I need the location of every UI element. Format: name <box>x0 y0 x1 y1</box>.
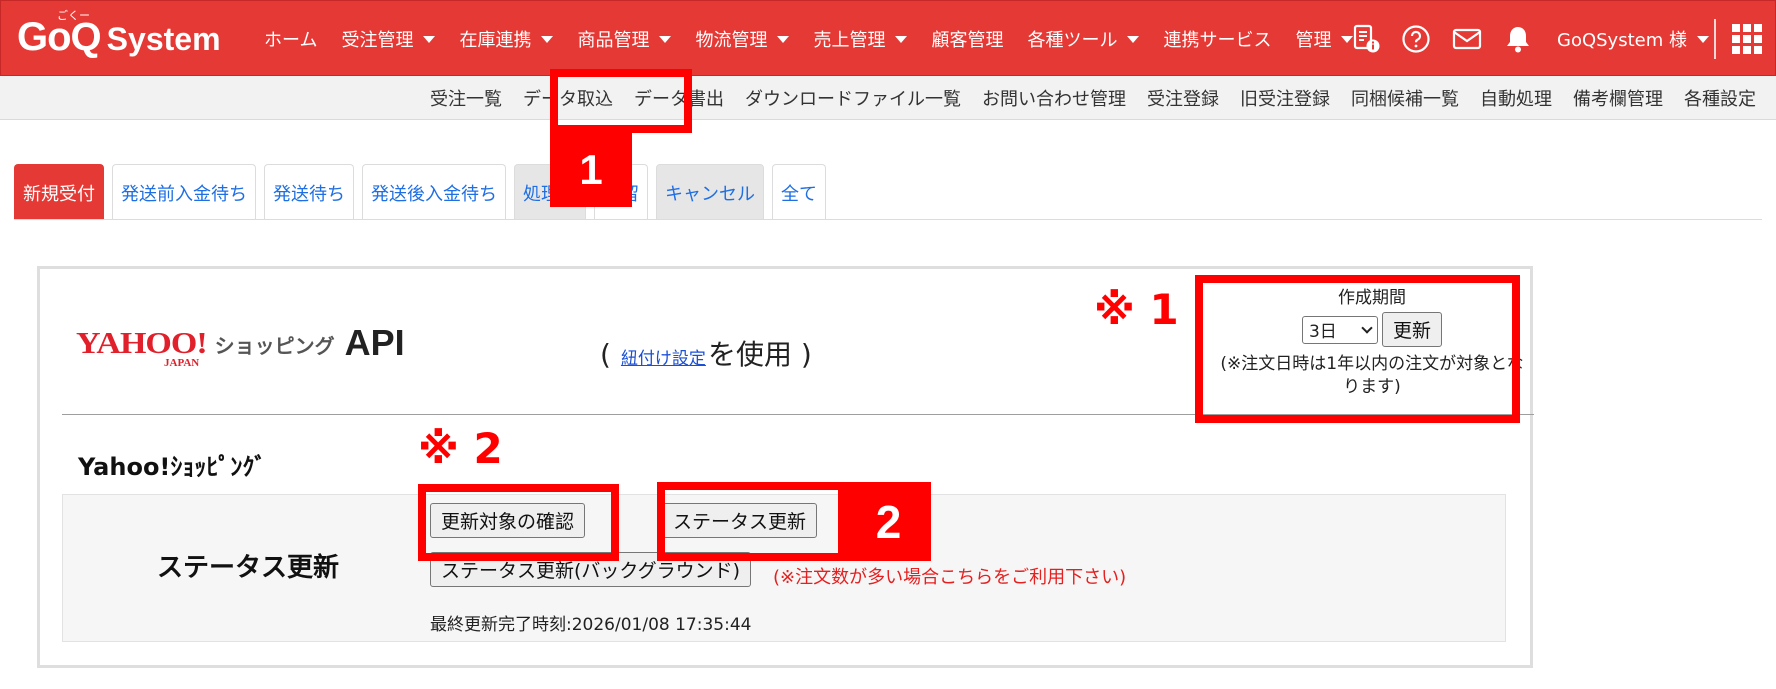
user-label: GoQSystem 様 <box>1557 30 1687 51</box>
link-settings-row: ( 紐付け設定 を使用 ) <box>600 333 812 373</box>
main-nav: ホーム 受注管理 在庫連携 商品管理 物流管理 売上管理 顧客管理 各種ツール … <box>264 1 1377 77</box>
nav-item-integrations[interactable]: 連携サービス <box>1163 26 1271 52</box>
caret-down-icon <box>1127 35 1140 43</box>
document-info-icon[interactable] <box>1351 24 1381 54</box>
submenu-auto-process[interactable]: 自動処理 <box>1480 85 1552 111</box>
goq-system-logo[interactable]: ごくー GoQ System <box>17 10 221 60</box>
nav-item-label: 受注管理 <box>341 30 414 51</box>
yahoo-shopping-api-logo: YAHOO! JAPAN ショッピング API <box>76 322 405 370</box>
nav-divider <box>1714 19 1716 59</box>
nav-item-admin[interactable]: 管理 <box>1295 26 1354 52</box>
caret-down-icon <box>895 35 908 43</box>
nav-icons: GoQSystem 様 <box>1351 1 1709 77</box>
apps-grid-icon[interactable] <box>1731 23 1763 59</box>
bell-icon[interactable] <box>1503 24 1533 54</box>
submenu-order-register[interactable]: 受注登録 <box>1147 85 1219 111</box>
caret-down-icon <box>1696 35 1709 43</box>
submenu-data-export[interactable]: データ書出 <box>634 85 724 111</box>
submenu-settings[interactable]: 各種設定 <box>1684 85 1756 111</box>
link-settings-link[interactable]: 紐付け設定 <box>621 344 706 369</box>
nav-item-products[interactable]: 商品管理 <box>577 26 672 52</box>
submenu-bundle-candidates[interactable]: 同梱候補一覧 <box>1351 85 1459 111</box>
period-select[interactable]: 3日 <box>1301 315 1378 344</box>
annotation-badge-1: 1 <box>550 133 632 207</box>
nav-item-sales[interactable]: 売上管理 <box>813 26 908 52</box>
status-update-button[interactable]: ステータス更新 <box>662 503 818 538</box>
nav-item-tools[interactable]: 各種ツール <box>1027 26 1140 52</box>
nav-item-logistics[interactable]: 物流管理 <box>695 26 790 52</box>
yahoo-japan-mark: JAPAN <box>164 357 200 369</box>
annotation-badge-2: 2 <box>846 482 931 561</box>
help-icon[interactable] <box>1401 24 1431 54</box>
last-update-time: 最終更新完了時刻:2026/01/08 17:35:44 <box>430 615 752 635</box>
nav-item-home[interactable]: ホーム <box>264 26 317 52</box>
shopping-wordmark: ショッピング <box>214 334 335 358</box>
annotation-note-2: ※ 2 <box>418 424 503 473</box>
nav-item-label: 売上管理 <box>813 30 886 51</box>
yahoo-api-panel: YAHOO! JAPAN ショッピング API ( 紐付け設定 を使用 ) 作成… <box>37 266 1534 668</box>
tab-all[interactable]: 全て <box>772 164 826 220</box>
period-selected-value: 3日 <box>1308 322 1337 342</box>
creation-period: 作成期間 3日 更新 (※注文日時は1年以内の注文が対象となります) <box>1212 283 1532 399</box>
logo-ruby: ごくー <box>57 10 90 22</box>
nav-item-label: 物流管理 <box>695 30 768 51</box>
background-note: (※注文数が多い場合こちらをご利用下さい) <box>773 567 1127 588</box>
nav-item-label: 管理 <box>1295 30 1332 51</box>
tab-new[interactable]: 新規受付 <box>14 164 104 220</box>
mail-icon[interactable] <box>1451 24 1483 54</box>
submenu-download-files[interactable]: ダウンロードファイル一覧 <box>745 85 961 111</box>
status-update-label: ステータス更新 <box>157 553 340 583</box>
use-label: を使用 ) <box>707 338 812 371</box>
submenu-remarks[interactable]: 備考欄管理 <box>1573 85 1663 111</box>
period-note: (※注文日時は1年以内の注文が対象となります) <box>1220 354 1524 397</box>
caret-down-icon <box>423 35 436 43</box>
submenu-old-order-register[interactable]: 旧受注登録 <box>1240 85 1330 111</box>
nav-item-label: 在庫連携 <box>459 30 532 51</box>
nav-item-label: 顧客管理 <box>931 30 1004 51</box>
submenu-order-list[interactable]: 受注一覧 <box>430 85 502 111</box>
period-refresh-button[interactable]: 更新 <box>1381 312 1442 347</box>
tab-cancelled[interactable]: キャンセル <box>656 164 764 220</box>
status-update-section: ステータス更新 更新対象の確認 ステータス更新 ステータス更新(バックグラウンド… <box>62 494 1506 642</box>
sub-menu: 受注一覧 データ取込 データ書出 ダウンロードファイル一覧 お問い合わせ管理 受… <box>409 76 1756 120</box>
nav-item-label: 連携サービス <box>1163 30 1272 51</box>
nav-item-inventory[interactable]: 在庫連携 <box>459 26 554 52</box>
nav-item-label: ホーム <box>264 30 318 51</box>
caret-down-icon <box>777 35 790 43</box>
caret-down-icon <box>659 35 672 43</box>
nav-item-orders[interactable]: 受注管理 <box>341 26 436 52</box>
nav-item-label: 商品管理 <box>577 30 650 51</box>
tab-awaiting-shipment[interactable]: 発送待ち <box>264 164 354 220</box>
logo-sub: System <box>106 21 221 57</box>
panel-divider <box>62 414 1534 415</box>
sub-menu-bar: 受注一覧 データ取込 データ書出 ダウンロードファイル一覧 お問い合わせ管理 受… <box>0 76 1776 120</box>
yahoo-wordmark: YAHOO! <box>76 326 208 361</box>
tab-awaiting-postpayment[interactable]: 発送後入金待ち <box>362 164 506 220</box>
tab-awaiting-prepayment[interactable]: 発送前入金待ち <box>112 164 256 220</box>
paren-open: ( <box>600 338 611 371</box>
caret-down-icon <box>541 35 554 43</box>
nav-item-customers[interactable]: 顧客管理 <box>931 26 1003 52</box>
submenu-data-import[interactable]: データ取込 <box>523 85 613 111</box>
shop-title: Yahoo!ｼｮｯﾋﾟﾝｸﾞ <box>78 453 267 481</box>
order-status-tabs: 新規受付 発送前入金待ち 発送待ち 発送後入金待ち 処理済 保留 キャンセル 全… <box>14 164 834 220</box>
period-controls: 3日 更新 <box>1212 312 1532 347</box>
check-targets-button[interactable]: 更新対象の確認 <box>430 503 586 538</box>
nav-item-label: 各種ツール <box>1027 30 1118 51</box>
period-label: 作成期間 <box>1338 288 1406 308</box>
chevron-down-icon <box>1361 321 1373 334</box>
api-label: API <box>344 322 405 363</box>
top-navbar: ごくー GoQ System ホーム 受注管理 在庫連携 商品管理 物流管理 売… <box>0 0 1776 76</box>
submenu-inquiries[interactable]: お問い合わせ管理 <box>982 85 1126 111</box>
status-update-background-button[interactable]: ステータス更新(バックグラウンド) <box>430 552 752 587</box>
tab-underline <box>14 219 1762 220</box>
user-menu[interactable]: GoQSystem 様 <box>1557 26 1709 52</box>
annotation-note-1: ※ 1 <box>1094 285 1179 334</box>
